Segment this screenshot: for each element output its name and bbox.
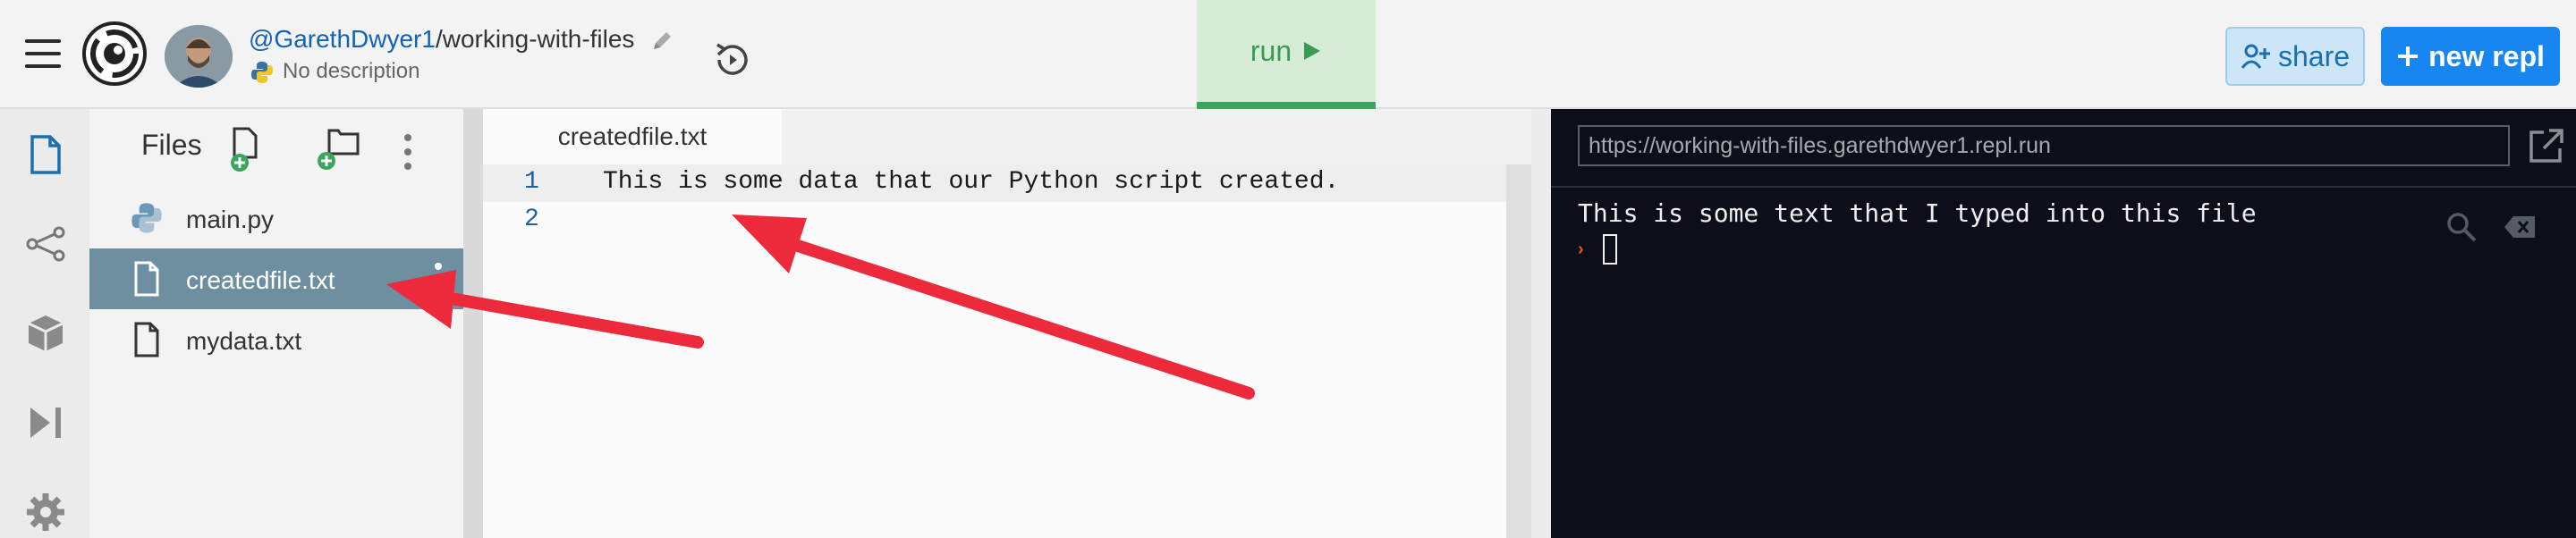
webview-url-field[interactable]: https://working-with-files.garethdwyer1.… [1578, 125, 2510, 166]
line-number: 2 [524, 206, 539, 233]
console-prompt: › [1578, 240, 1584, 259]
files-title: Files [141, 129, 202, 161]
open-in-new-tab-icon[interactable] [2526, 127, 2565, 166]
files-panel: Files main.py createdfile.txt mydata.txt [89, 109, 463, 538]
code-line[interactable]: 2 [483, 202, 1506, 240]
console-cursor[interactable] [1603, 234, 1617, 265]
menu-icon[interactable] [25, 39, 61, 68]
code-line[interactable]: 1 This is some data that our Python scri… [483, 164, 1506, 202]
share-label: share [2277, 39, 2351, 72]
line-text: This is some data that our Python script… [603, 168, 1340, 196]
files-icon[interactable] [25, 134, 66, 175]
file-item-createdfile-txt[interactable]: createdfile.txt [89, 248, 463, 309]
search-icon[interactable] [2445, 211, 2478, 243]
code-editor[interactable]: createdfile.txt 1 This is some data that… [483, 109, 1531, 538]
title-separator: / [435, 25, 443, 53]
console-panel: https://working-with-files.garethdwyer1.… [1551, 109, 2576, 538]
file-name: mydata.txt [186, 327, 302, 355]
add-user-icon [2241, 44, 2270, 69]
plus-icon [2398, 46, 2419, 66]
repl-name[interactable]: working-with-files [443, 25, 635, 53]
python-icon [131, 203, 162, 233]
repl-description[interactable]: No description [250, 59, 419, 84]
editor-scrollbar[interactable] [1506, 164, 1531, 538]
description-text: No description [283, 59, 420, 83]
file-options-icon[interactable] [435, 263, 442, 270]
editor-console-divider[interactable] [1531, 109, 1551, 538]
repl-title: @GarethDwyer1/working-with-files [249, 25, 674, 54]
share-button[interactable]: share [2225, 27, 2365, 86]
file-icon [134, 322, 159, 357]
debugger-icon[interactable] [25, 402, 66, 443]
editor-tabbar: createdfile.txt [483, 109, 1531, 164]
history-icon[interactable] [712, 39, 753, 80]
new-repl-button[interactable]: new repl [2381, 27, 2560, 86]
packages-icon[interactable] [25, 313, 66, 354]
version-control-icon[interactable] [25, 223, 66, 265]
clear-console-icon[interactable] [2503, 214, 2537, 240]
play-icon [1304, 42, 1321, 60]
file-item-mydata-txt[interactable]: mydata.txt [89, 309, 463, 370]
sidebar-rail [0, 109, 89, 538]
avatar[interactable] [165, 25, 233, 88]
owner-link[interactable]: @GarethDwyer1 [249, 25, 436, 53]
file-name: createdfile.txt [186, 266, 335, 294]
console-output: This is some text that I typed into this… [1578, 198, 2257, 228]
pencil-icon[interactable] [650, 29, 674, 53]
settings-icon[interactable] [25, 492, 66, 533]
top-bar: @GarethDwyer1/working-with-files No desc… [0, 0, 2576, 109]
file-name: main.py [186, 206, 275, 233]
run-button[interactable]: run [1197, 0, 1376, 109]
console-divider [1551, 186, 2576, 188]
repl-logo-icon[interactable] [82, 21, 147, 86]
file-item-main-py[interactable]: main.py [89, 188, 463, 248]
kebab-menu-icon[interactable] [402, 132, 413, 172]
panel-resize-handle[interactable] [463, 109, 483, 538]
run-label: run [1250, 34, 1292, 67]
add-file-icon[interactable] [231, 127, 267, 173]
file-icon [134, 261, 159, 297]
add-folder-icon[interactable] [317, 127, 361, 172]
tab-createdfile-txt[interactable]: createdfile.txt [483, 109, 782, 164]
python-icon [251, 61, 273, 83]
new-repl-label: new repl [2428, 39, 2545, 72]
line-number: 1 [524, 168, 539, 196]
